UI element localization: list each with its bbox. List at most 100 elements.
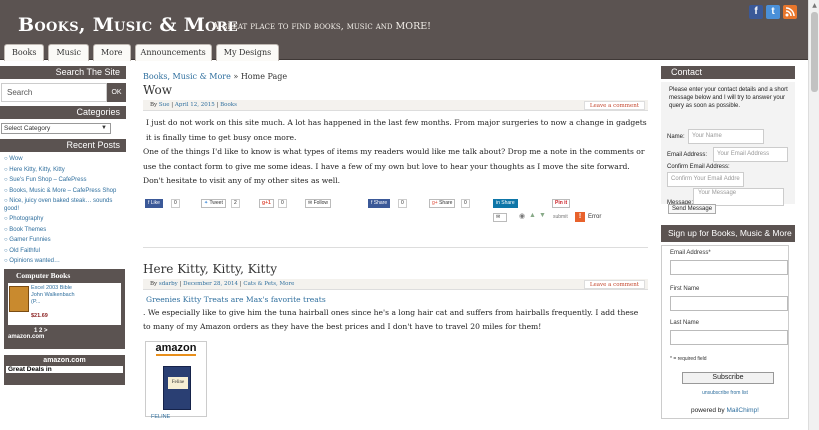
amazon-product-widget[interactable]: amazon Feline FELINE	[145, 340, 207, 420]
breadcrumb-home-link[interactable]: Books, Music & More	[143, 72, 231, 81]
twitter-icon[interactable]: t	[766, 5, 780, 19]
subscribe-button[interactable]: Subscribe	[682, 372, 774, 384]
powered-by-text: powered by	[691, 407, 725, 414]
pinit-button[interactable]: Pin it	[552, 198, 571, 208]
post-link[interactable]: Greenies Kitty Treats are Max's favorite…	[143, 295, 648, 304]
google-share-button[interactable]: g+ Share	[429, 198, 456, 208]
unsubscribe-link[interactable]: unsubscribe from list	[662, 390, 788, 396]
mc-email-field[interactable]	[670, 260, 788, 275]
contact-intro: Please enter your contact details and a …	[669, 87, 788, 109]
post-meta: By sdarby | December 28, 2014 | Cats & P…	[143, 278, 648, 290]
leave-comment-link[interactable]: Leave a comment	[583, 279, 645, 289]
facebook-share-button[interactable]: f Share	[368, 198, 391, 208]
list-item[interactable]: ○ Here Kitty, Kitty, Kitty	[4, 167, 126, 175]
amazon-footer: 1 2 > amazon.com	[8, 328, 121, 340]
list-item[interactable]: ○ Books, Music & More – CafePress Shop	[4, 188, 126, 196]
rss-icon[interactable]	[783, 5, 797, 19]
tab-music[interactable]: Music	[48, 44, 89, 61]
post-meta: By Sue | April 12, 2015 | Books Leave a …	[143, 100, 648, 111]
meta-author-link[interactable]: Sue	[159, 102, 170, 108]
post-title[interactable]: Wow	[143, 83, 648, 97]
amazon-logo: amazon	[155, 341, 197, 354]
mc-required-note: * = required field	[670, 356, 707, 362]
book-card[interactable]: Excel 2003 Bible John Walkenbach (P... $…	[8, 282, 121, 325]
page-scrollbar[interactable]: ▲	[808, 0, 819, 430]
amazon-logo[interactable]: amazon.com	[4, 355, 125, 364]
left-sidebar: Search The Site Search OK Categories Sel…	[0, 66, 126, 430]
main-content: Books, Music & More » Home Page Wow By S…	[143, 72, 648, 430]
category-select-value: Select Category	[4, 125, 51, 132]
send-message-button[interactable]: Send Message	[668, 204, 717, 214]
tweet-button[interactable]: ✦ Tweet	[201, 198, 226, 208]
amazon-deals-text: Great Deals in	[6, 365, 123, 373]
mc-first-name-label: First Name	[670, 286, 700, 292]
upvote-icon[interactable]: ▲	[529, 212, 536, 219]
meta-category-link[interactable]: Books	[220, 102, 237, 108]
mc-email-label: Email Address*	[670, 250, 711, 256]
name-field[interactable]: Your Name	[688, 129, 764, 144]
list-item[interactable]: ○ Book Themes	[4, 227, 126, 235]
meta-author-link[interactable]: sdarby	[159, 281, 178, 287]
google-plus-button[interactable]: g+1	[259, 198, 274, 208]
mailchimp-link[interactable]: MailChimp!	[726, 407, 759, 414]
widget-title: Computer Books	[16, 270, 71, 280]
meta-category-link[interactable]: Cats & Pets, More	[243, 281, 294, 287]
breadcrumb-current: Home Page	[240, 72, 288, 81]
tab-books[interactable]: Books	[4, 44, 45, 61]
email-share-icon[interactable]: ✉	[493, 212, 507, 222]
leave-comment-link[interactable]: Leave a comment	[583, 101, 645, 110]
stumbleupon-icon[interactable]: !	[575, 211, 585, 222]
social-links: f t	[749, 5, 797, 19]
search-form: Search OK	[1, 83, 126, 102]
gplus-count: 0	[278, 198, 287, 208]
scrollbar-thumb[interactable]	[811, 12, 818, 92]
search-heading: Search The Site	[0, 66, 126, 79]
book-title[interactable]: Excel 2003 Bible John Walkenbach (P...	[31, 285, 75, 306]
facebook-like-button[interactable]: f Like	[145, 198, 163, 208]
tab-my-designs[interactable]: My Designs	[215, 44, 280, 61]
recent-posts-heading: Recent Posts	[0, 139, 126, 152]
mc-last-name-field[interactable]	[670, 330, 788, 345]
meta-date-link[interactable]: April 12, 2015	[175, 102, 215, 108]
tab-announcements[interactable]: Announcements	[134, 44, 212, 61]
list-item[interactable]: ○ Gamer Funnies	[4, 237, 126, 245]
page: Books, Music & More A great place to fin…	[0, 0, 819, 430]
contact-heading: Contact	[661, 66, 795, 79]
signup-heading: Sign up for Books, Music & More	[661, 225, 795, 242]
facebook-icon[interactable]: f	[749, 5, 763, 19]
book-price: $21.69	[31, 312, 48, 319]
list-item[interactable]: ○ Wow	[4, 156, 126, 164]
mc-first-name-field[interactable]	[670, 296, 788, 311]
product-link[interactable]: FELINE	[151, 414, 170, 420]
linkedin-share-button[interactable]: in Share	[493, 198, 518, 208]
amazon-smile-icon	[156, 353, 196, 356]
search-button[interactable]: OK	[107, 83, 126, 102]
scroll-up-icon[interactable]: ▲	[809, 0, 819, 11]
email-field[interactable]: Your Email Address	[713, 147, 788, 162]
name-label: Name:	[667, 134, 685, 140]
fb-share-count: 0	[398, 198, 407, 208]
downvote-icon[interactable]: ▼	[539, 212, 546, 219]
list-item[interactable]: ○ Photography	[4, 216, 126, 224]
tab-more[interactable]: More	[92, 44, 131, 61]
site-title[interactable]: Books, Music & More	[18, 14, 238, 36]
post-paragraph: One of the things I'd like to know is wh…	[143, 147, 645, 171]
contact-form: Please enter your contact details and a …	[661, 82, 795, 214]
confirm-email-field[interactable]: Confirm Your Email Addre	[667, 172, 744, 187]
list-item[interactable]: ○ Opinions wanted…	[4, 258, 126, 266]
product-image[interactable]: Feline	[163, 365, 191, 410]
list-item[interactable]: ○ Sue's Fun Shop – CafePress	[4, 177, 126, 185]
follow-button[interactable]: ✉ Follow	[305, 198, 332, 208]
post-title[interactable]: Here Kitty, Kitty, Kitty	[143, 262, 648, 276]
book-cover-image[interactable]	[9, 285, 29, 312]
list-item[interactable]: ○ Old Faithful	[4, 248, 126, 256]
reddit-icon[interactable]: ◉	[519, 212, 525, 220]
search-input[interactable]: Search	[1, 83, 107, 102]
category-select[interactable]: Select Category ▼	[1, 123, 111, 134]
tweet-count: 2	[231, 198, 240, 208]
meta-date-link[interactable]: December 28, 2014	[183, 281, 238, 287]
list-item[interactable]: ○ Nice, juicy oven baked steak… sounds g…	[4, 198, 126, 213]
submit-link[interactable]: submit	[553, 214, 568, 220]
post-paragraph: . We especially like to give him the tun…	[143, 307, 639, 332]
amazon-logo[interactable]: amazon.com	[8, 334, 44, 340]
